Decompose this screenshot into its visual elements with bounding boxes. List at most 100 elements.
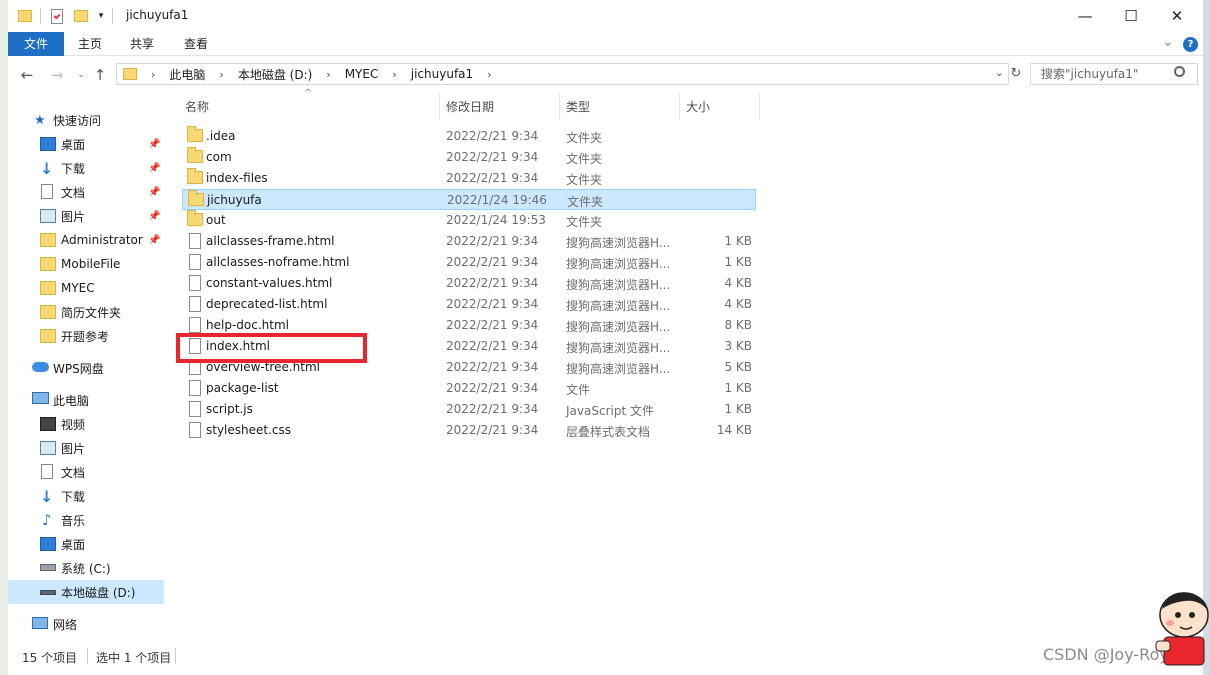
highlight-box [176,333,367,363]
cloud-icon [32,362,49,372]
sidebar-item-label: 视频 [61,417,86,432]
chevron-right-icon[interactable]: › [151,68,155,81]
file-date: 2022/2/21 9:34 [446,381,539,395]
sidebar-item-pictures[interactable]: 图片 📌 [8,204,164,228]
ribbon-expand-icon[interactable]: ⌄ [1162,34,1174,50]
sidebar-item-documents[interactable]: 文档 📌 [8,180,164,204]
column-divider[interactable] [759,94,760,120]
sidebar-item-downloads-pc[interactable]: ↓ 下载 [8,484,164,508]
sidebar-item-this-pc[interactable]: 此电脑 [8,388,164,412]
folder-icon [40,257,56,271]
file-size: 14 KB [716,423,752,437]
chevron-right-icon[interactable]: › [487,68,491,81]
file-date: 2022/2/21 9:34 [446,129,539,143]
sidebar-item-pictures-pc[interactable]: 图片 [8,436,164,460]
file-row[interactable]: index-files 2022/2/21 9:34 文件夹 [182,168,756,189]
folder-icon [187,168,203,184]
column-divider[interactable] [559,94,560,120]
properties-icon[interactable] [48,7,66,25]
chevron-right-icon[interactable]: › [326,68,330,81]
file-row[interactable]: com 2022/2/21 9:34 文件夹 [182,147,756,168]
chevron-right-icon[interactable]: › [219,68,223,81]
breadcrumb-item[interactable]: MYEC [345,67,379,81]
sidebar-item-desktop-pc[interactable]: 桌面 [8,532,164,556]
file-row[interactable]: .idea 2022/2/21 9:34 文件夹 [182,126,756,147]
file-icon [189,317,201,333]
sidebar-item-administrator[interactable]: Administrator 📌 [8,228,164,252]
sidebar-item-label: Administrator [61,233,143,247]
sidebar-item-mobilefile[interactable]: MobileFile [8,252,164,276]
tab-share[interactable]: 共享 [120,32,164,56]
column-header-name[interactable]: 名称 [185,96,209,118]
back-arrow-icon[interactable]: ← [16,64,38,86]
column-divider[interactable] [439,94,440,120]
file-size: 8 KB [724,318,752,332]
close-button[interactable]: ✕ [1154,0,1200,32]
sidebar-item-network[interactable]: 网络 [8,612,164,636]
pin-icon[interactable]: 📌 [148,211,160,222]
sidebar-item-drive-d[interactable]: 本地磁盘 (D:) [8,580,164,604]
file-name: script.js [206,402,253,416]
column-divider[interactable] [679,94,680,120]
sidebar-item-desktop[interactable]: 桌面 📌 [8,132,164,156]
up-arrow-icon[interactable]: ↑ [89,64,111,86]
file-row[interactable]: constant-values.html 2022/2/21 9:34 搜狗高速浏览… [182,273,756,294]
sidebar-item-downloads[interactable]: ↓ 下载 📌 [8,156,164,180]
minimize-button[interactable]: — [1062,0,1108,32]
file-row[interactable]: script.js 2022/2/21 9:34 JavaScript 文件 1 KB [182,399,756,420]
pin-icon[interactable]: 📌 [148,163,160,174]
navigation-pane: ★ 快速访问 桌面 📌 ↓ 下载 📌 文档 📌 图片 📌 Administrat… [8,92,166,640]
sidebar-item-label: 音乐 [61,513,86,528]
status-bar: 15 个项目 选中 1 个项目 [8,646,1203,668]
sidebar-item-wps-cloud[interactable]: WPS网盘 [8,356,164,380]
file-row[interactable]: allclasses-frame.html 2022/2/21 9:34 搜狗高速浏… [182,231,756,252]
tab-view[interactable]: 查看 [174,32,218,56]
tab-file[interactable]: 文件 [8,32,64,56]
sidebar-item-label: 文档 [61,185,86,200]
file-row[interactable]: jichuyufa 2022/1/24 19:46 文件夹 [182,189,756,210]
sidebar-item-topic-reference[interactable]: 开题参考 [8,324,164,348]
search-input[interactable]: 搜索"jichuyufa1" [1030,63,1198,85]
sidebar-item-videos[interactable]: 视频 [8,412,164,436]
sidebar-item-documents-pc[interactable]: 文档 [8,460,164,484]
sidebar-item-quick-access[interactable]: ★ 快速访问 [8,108,164,132]
file-list: ^ 名称 修改日期 类型 大小 .idea 2022/2/21 9:34 文件夹 co… [170,88,1203,640]
breadcrumb-item[interactable]: 此电脑 [169,66,205,83]
sidebar-item-myec[interactable]: MYEC [8,276,164,300]
column-header-type[interactable]: 类型 [566,96,590,118]
tab-home[interactable]: 主页 [68,32,112,56]
window-right-edge [1203,0,1210,675]
maximize-button[interactable]: ☐ [1108,0,1154,32]
file-row[interactable]: out 2022/1/24 19:53 文件夹 [182,210,756,231]
pin-icon[interactable]: 📌 [148,139,160,150]
forward-arrow-icon[interactable]: → [46,64,68,86]
column-header-size[interactable]: 大小 [686,96,710,118]
file-row[interactable]: stylesheet.css 2022/2/21 9:34 层叠样式表文档 14 KB [182,420,756,441]
refresh-icon[interactable]: ↻ [1006,64,1026,84]
sidebar-item-label: 网络 [53,617,78,632]
file-row[interactable]: deprecated-list.html 2022/2/21 9:34 搜狗高速浏览… [182,294,756,315]
sidebar-item-label: 桌面 [61,537,86,552]
column-header-date[interactable]: 修改日期 [446,96,494,118]
network-icon [32,617,48,629]
address-bar[interactable]: › 此电脑 › 本地磁盘 (D:) › MYEC › jichuyufa1 › … [116,63,1009,85]
file-row[interactable]: allclasses-noframe.html 2022/2/21 9:34 搜狗高… [182,252,756,273]
sidebar-item-resume-folder[interactable]: 简历文件夹 [8,300,164,324]
pin-icon[interactable]: 📌 [148,187,160,198]
address-dropdown-icon[interactable]: ⌄ [995,66,1004,79]
customize-toolbar-icon[interactable]: ▾ [94,7,108,25]
help-icon[interactable]: ? [1183,37,1198,52]
chevron-right-icon[interactable]: › [392,68,396,81]
breadcrumb-item[interactable]: jichuyufa1 [411,67,473,81]
sidebar-item-drive-c[interactable]: 系统 (C:) [8,556,164,580]
sidebar-item-label: WPS网盘 [53,361,104,376]
drive-icon [40,590,56,595]
computer-icon [32,392,49,404]
window-left-edge [0,0,8,675]
file-size: 3 KB [724,339,752,353]
file-row[interactable]: package-list 2022/2/21 9:34 文件 1 KB [182,378,756,399]
new-folder-icon[interactable] [72,7,90,25]
pin-icon[interactable]: 📌 [148,235,160,246]
sidebar-item-music[interactable]: ♪ 音乐 [8,508,164,532]
breadcrumb-item[interactable]: 本地磁盘 (D:) [238,66,312,83]
